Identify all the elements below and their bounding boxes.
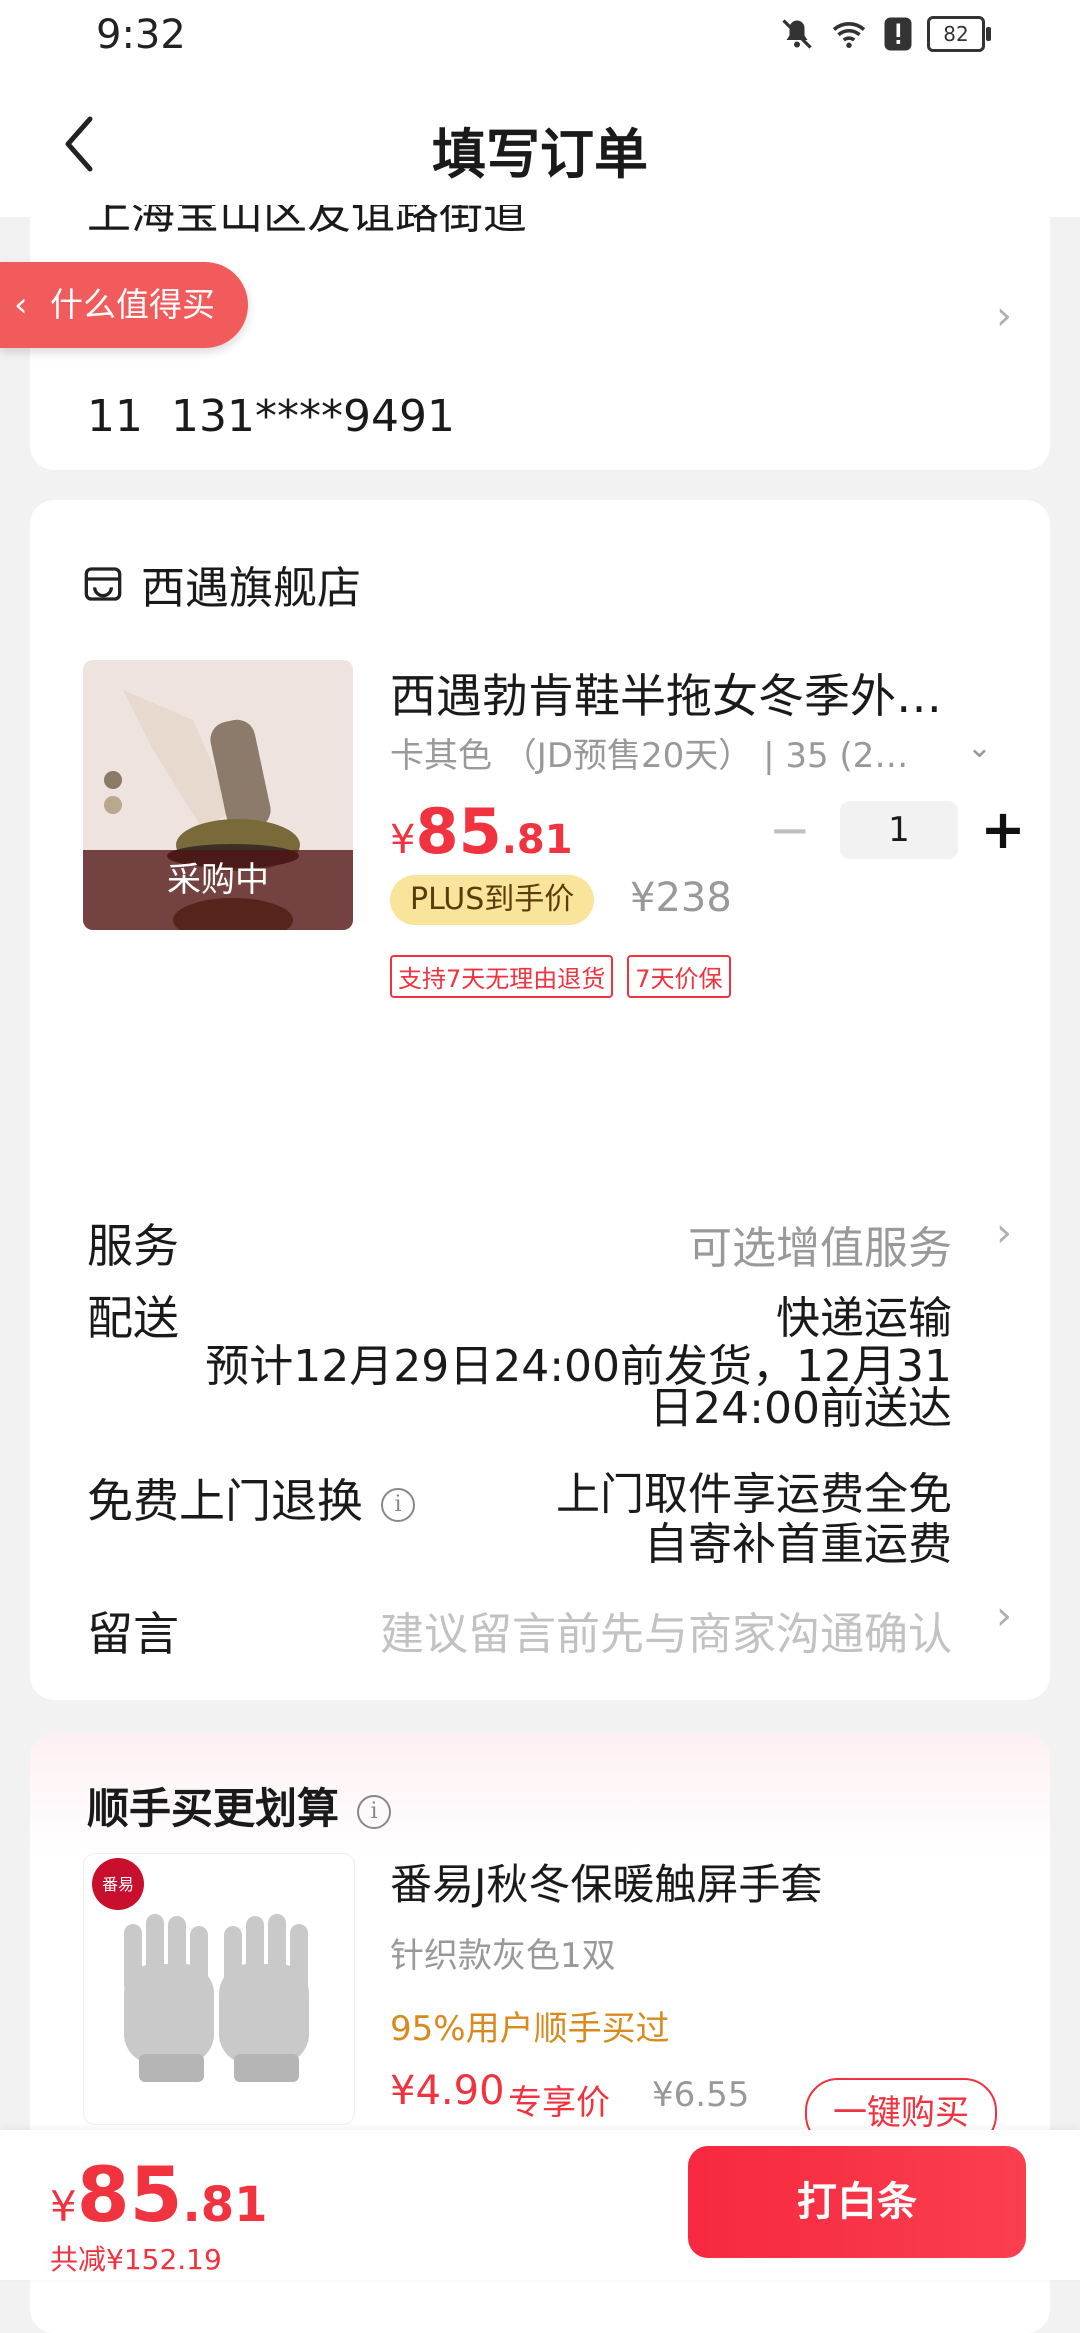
top-nav: 填写订单: [0, 75, 1080, 217]
delivery-estimate-line2: 日24:00前送达: [649, 1383, 952, 1434]
chevron-right-icon: ›: [996, 293, 1012, 339]
wifi-icon: [832, 22, 866, 48]
service-label: 服务: [87, 1219, 179, 1273]
decrease-quantity-button[interactable]: −: [760, 801, 820, 859]
product-spec[interactable]: 卡其色 （JD预售20天） | 35 (2…: [390, 728, 908, 777]
chevron-right-icon[interactable]: ›: [996, 1210, 1012, 1256]
brand-logo: 番易: [102, 1875, 134, 1894]
recommend-item-spec: 针织款灰色1双: [390, 1936, 616, 1976]
floating-tag-label: 什么值得买: [50, 285, 215, 324]
page-title: 填写订单: [432, 123, 648, 186]
free-return-text: 免费上门退换: [87, 1474, 363, 1528]
service-value[interactable]: 可选增值服务: [688, 1212, 952, 1276]
service-tags: 支持7天无理由退货 7天价保: [390, 955, 731, 998]
plus-price-badge: PLUS到手价: [390, 875, 595, 925]
contact-phone: 131****9491: [171, 391, 455, 442]
status-icons: 82: [779, 16, 991, 52]
recommend-original-price: ¥6.55: [652, 2075, 750, 2115]
total-decimal: .81: [182, 2177, 268, 2233]
increase-quantity-button[interactable]: +: [978, 798, 1028, 861]
chevron-right-icon[interactable]: ›: [996, 1593, 1012, 1639]
product-image-overlay: 采购中: [83, 850, 353, 930]
battery-icon: 82: [927, 16, 991, 52]
original-price: ¥238: [630, 875, 732, 921]
gloves-photo: 番易: [92, 1858, 309, 2082]
message-input[interactable]: 建议留言前先与商家沟通确认: [380, 1598, 952, 1662]
status-time: 9:32: [96, 12, 186, 58]
product-title[interactable]: 西遇勃肯鞋半拖女冬季外…: [390, 660, 942, 726]
battery-level: 82: [943, 22, 969, 46]
delivery-label: 配送: [87, 1291, 179, 1345]
price-decimal: .81: [501, 817, 573, 863]
info-icon[interactable]: i: [381, 1487, 415, 1522]
total-saving: 共减¥152.19: [50, 2243, 222, 2276]
smzdm-return-tag[interactable]: ‹ 什么值得买: [0, 262, 248, 348]
price-integer: 85: [415, 795, 502, 868]
recommend-title-text: 顺手买更划算: [87, 1784, 340, 1833]
total-integer: 85: [76, 2150, 183, 2239]
chevron-left-icon: ‹: [14, 285, 28, 325]
recommend-item-price: ¥4.90: [390, 2068, 505, 2114]
recommend-item-name[interactable]: 番易J秋冬保暖触屏手套: [390, 1851, 822, 1912]
store-order-card: 西遇旗舰店 采购中 西遇勃肯鞋半拖女冬季外… 卡其色 （JD预售20天） | 3…: [30, 500, 1050, 1700]
info-icon[interactable]: i: [357, 1794, 392, 1829]
tag-price-protection: 7天价保: [627, 955, 731, 998]
store-name: 西遇旗舰店: [141, 563, 361, 614]
recommend-title: 顺手买更划算 i: [87, 1775, 392, 1836]
recommend-item-hint: 95%用户顺手买过: [390, 2009, 670, 2049]
price-currency: ¥: [390, 817, 416, 863]
address-contact: 11 131****9491: [87, 391, 455, 442]
mute-bell-icon: [782, 19, 812, 49]
total-currency: ¥: [50, 2182, 77, 2231]
address-line: 上海宝山区友谊路街道: [87, 205, 527, 239]
tag-return-policy: 支持7天无理由退货: [390, 955, 614, 998]
status-bar: 9:32 82: [0, 0, 1080, 75]
message-label: 留言: [87, 1607, 179, 1661]
product-image[interactable]: 采购中: [83, 660, 353, 930]
store-icon: [84, 567, 122, 601]
recommend-exclusive-label: 专享价: [508, 2083, 610, 2123]
quantity-stepper: − 1 +: [760, 798, 1028, 861]
quantity-input[interactable]: 1: [840, 800, 958, 859]
free-return-label: 免费上门退换 i: [87, 1465, 415, 1531]
alert-icon: [884, 17, 912, 51]
checkout-bar: ¥85.81 共减¥152.19 打白条: [0, 2130, 1080, 2280]
chevron-down-icon[interactable]: ⌄: [967, 730, 992, 765]
free-return-line2: 自寄补首重运费: [644, 1519, 952, 1570]
gloves-image[interactable]: 番易: [83, 1853, 355, 2125]
contact-name: 11: [87, 391, 143, 442]
pay-button[interactable]: 打白条: [688, 2146, 1026, 2258]
product-price: ¥85.81: [390, 795, 573, 868]
store-header[interactable]: 西遇旗舰店: [83, 552, 361, 616]
total-price: ¥85.81: [50, 2150, 268, 2239]
